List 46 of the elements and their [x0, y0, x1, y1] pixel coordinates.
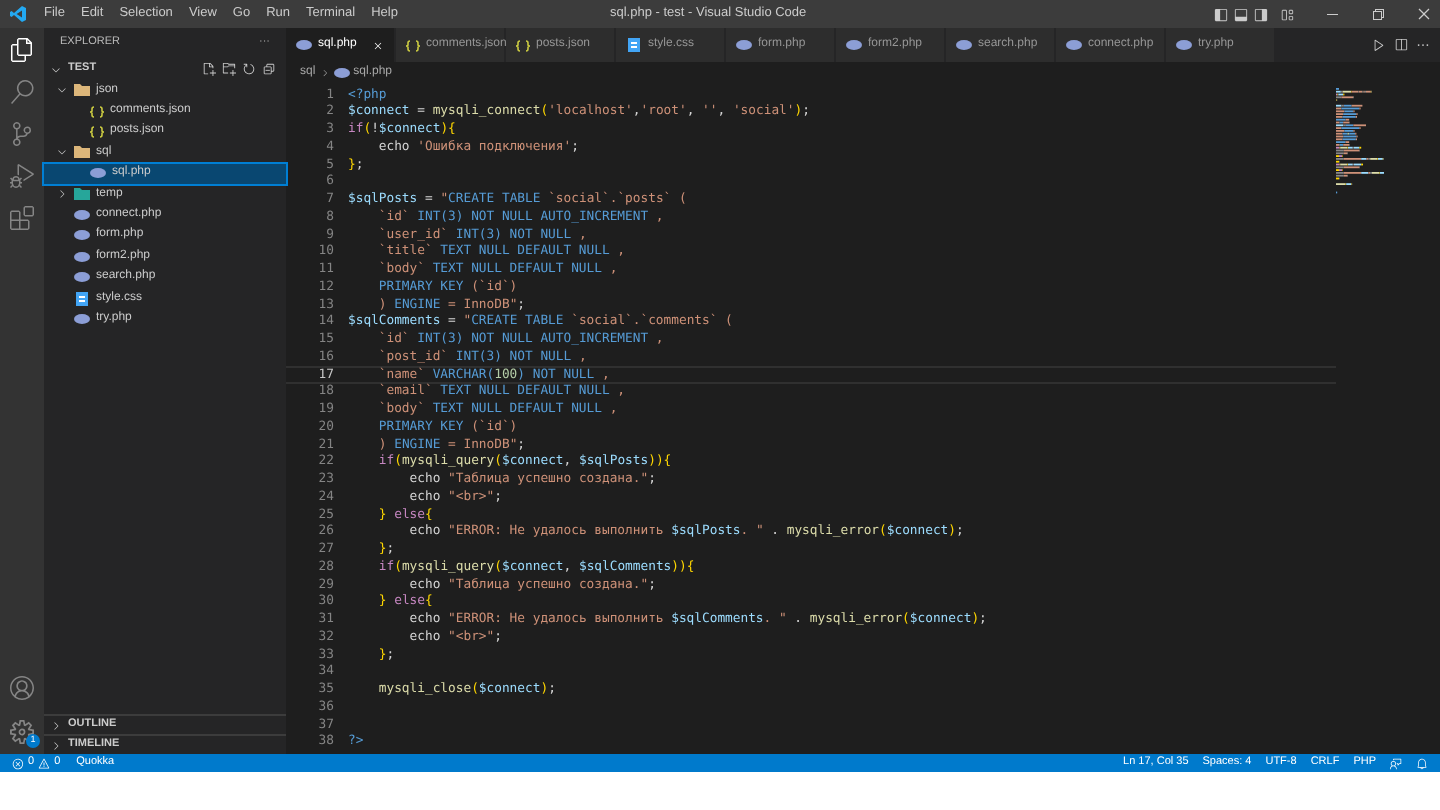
restore-icon[interactable]: [1370, 6, 1386, 22]
braces-icon: [90, 105, 104, 118]
chevron-icon: [56, 188, 68, 201]
php-file-icon: [74, 313, 90, 324]
refresh-icon[interactable]: [242, 62, 256, 76]
php-file-icon: [846, 40, 862, 50]
account-icon[interactable]: [10, 676, 34, 700]
close-icon[interactable]: [1416, 6, 1432, 22]
panel-toggle-icon[interactable]: [1234, 7, 1248, 21]
more-icon[interactable]: [1416, 38, 1430, 52]
extensions-icon[interactable]: [10, 206, 34, 230]
warning-icon: [38, 757, 51, 769]
collapse-icon[interactable]: [262, 62, 276, 76]
close-icon[interactable]: [372, 39, 384, 51]
chevron-icon: [319, 68, 330, 78]
debug-icon[interactable]: [10, 164, 34, 188]
php-file-icon: [736, 40, 752, 50]
sidebar-toggle-icon[interactable]: [1254, 7, 1268, 21]
new-file-icon[interactable]: [202, 62, 216, 76]
bell-icon[interactable]: [1416, 757, 1428, 769]
new-folder-icon[interactable]: [222, 62, 236, 76]
branch-icon[interactable]: [10, 122, 34, 146]
feedback-icon[interactable]: [1390, 757, 1402, 769]
run-icon[interactable]: [1372, 38, 1386, 52]
php-file-icon: [333, 68, 350, 78]
folder-icon: [74, 146, 90, 159]
chevron-icon: [56, 146, 68, 159]
php-file-icon: [1066, 40, 1082, 50]
folder-icon: [74, 84, 90, 97]
folder-icon: [74, 188, 90, 201]
logo-icon: [10, 6, 26, 22]
php-file-icon: [296, 40, 312, 50]
sidebar-toggle-icon[interactable]: [1214, 7, 1228, 21]
error-icon: [12, 757, 24, 769]
braces-icon: [90, 125, 104, 138]
css-file-icon: [76, 291, 88, 306]
php-file-icon: [956, 40, 972, 50]
search-icon[interactable]: [10, 80, 34, 104]
files-icon[interactable]: [10, 38, 34, 62]
css-file-icon: [628, 38, 640, 52]
php-file-icon: [90, 168, 106, 179]
split-editor-icon[interactable]: [1394, 38, 1408, 52]
braces-icon: [516, 39, 530, 51]
braces-icon: [406, 39, 420, 51]
layout-icon[interactable]: [1280, 7, 1294, 21]
php-file-icon: [1176, 40, 1192, 50]
